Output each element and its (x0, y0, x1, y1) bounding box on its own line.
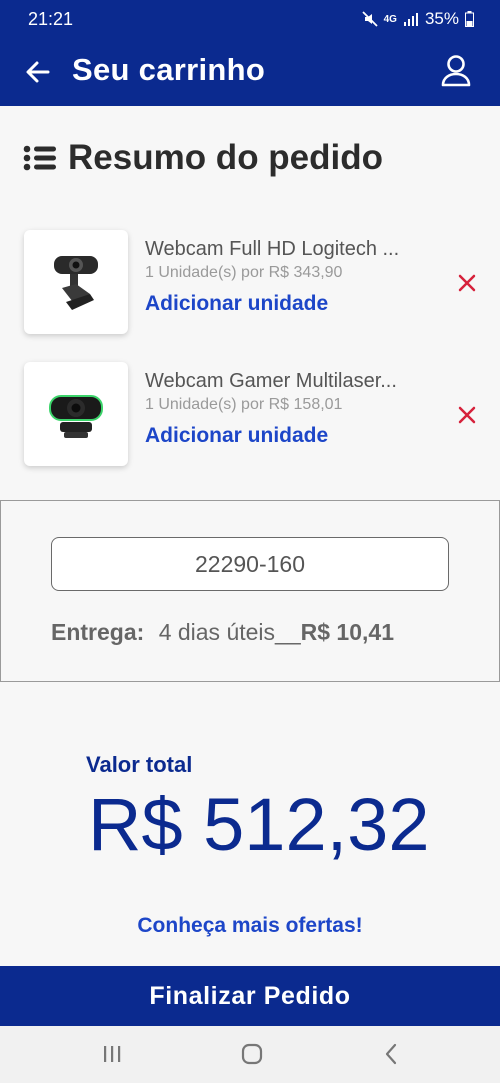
add-unit-link[interactable]: Adicionar unidade (145, 292, 328, 316)
delivery-separator: __ (275, 619, 301, 645)
mute-icon (361, 11, 378, 27)
home-icon[interactable] (240, 1042, 264, 1066)
cart-item: Webcam Gamer Multilaser... 1 Unidade(s) … (0, 362, 500, 466)
delivery-time: 4 dias úteis (158, 619, 276, 645)
recent-apps-icon[interactable] (100, 1042, 124, 1066)
back-arrow-icon[interactable] (22, 56, 54, 88)
total-value: R$ 512,32 (88, 783, 430, 866)
app-bar: Seu carrinho (0, 38, 500, 106)
product-image (24, 362, 128, 466)
add-unit-link[interactable]: Adicionar unidade (145, 424, 328, 448)
user-icon[interactable] (440, 54, 472, 88)
delivery-info: Entrega: 4 dias úteis__R$ 10,41 (51, 619, 394, 646)
battery-icon (465, 11, 474, 27)
product-name: Webcam Full HD Logitech ... (145, 238, 400, 260)
signal-icon (403, 13, 418, 26)
network-type: 4G (383, 13, 397, 25)
system-nav-bar (0, 1026, 500, 1083)
product-name: Webcam Gamer Multilaser... (145, 370, 397, 392)
delivery-price: R$ 10,41 (300, 619, 394, 645)
shipping-section: Entrega: 4 dias úteis__R$ 10,41 (0, 500, 500, 682)
status-icons: 4G 35% (361, 9, 474, 29)
cart-item: Webcam Full HD Logitech ... 1 Unidade(s)… (0, 230, 500, 334)
finish-order-button[interactable]: Finalizar Pedido (0, 966, 500, 1026)
total-label: Valor total (86, 752, 193, 777)
cep-input[interactable] (51, 537, 449, 591)
list-icon (23, 145, 56, 171)
more-offers-link[interactable]: Conheça mais ofertas! (0, 914, 500, 938)
order-summary-heading: Resumo do pedido (22, 136, 383, 180)
product-quantity-price: 1 Unidade(s) por R$ 158,01 (145, 396, 343, 413)
webcam-multilaser-image (49, 395, 103, 438)
back-nav-icon[interactable] (380, 1042, 404, 1066)
battery-percent: 35% (424, 9, 459, 28)
product-image (24, 230, 128, 334)
remove-icon[interactable] (456, 404, 478, 426)
product-quantity-price: 1 Unidade(s) por R$ 343,90 (145, 264, 343, 281)
webcam-logitech-image (54, 256, 98, 310)
delivery-label: Entrega: (51, 619, 145, 645)
status-bar: 21:21 4G 35% (0, 0, 500, 38)
status-time: 21:21 (28, 9, 74, 29)
summary-title: Resumo do pedido (68, 138, 383, 177)
page-title: Seu carrinho (72, 52, 266, 87)
remove-icon[interactable] (456, 272, 478, 294)
